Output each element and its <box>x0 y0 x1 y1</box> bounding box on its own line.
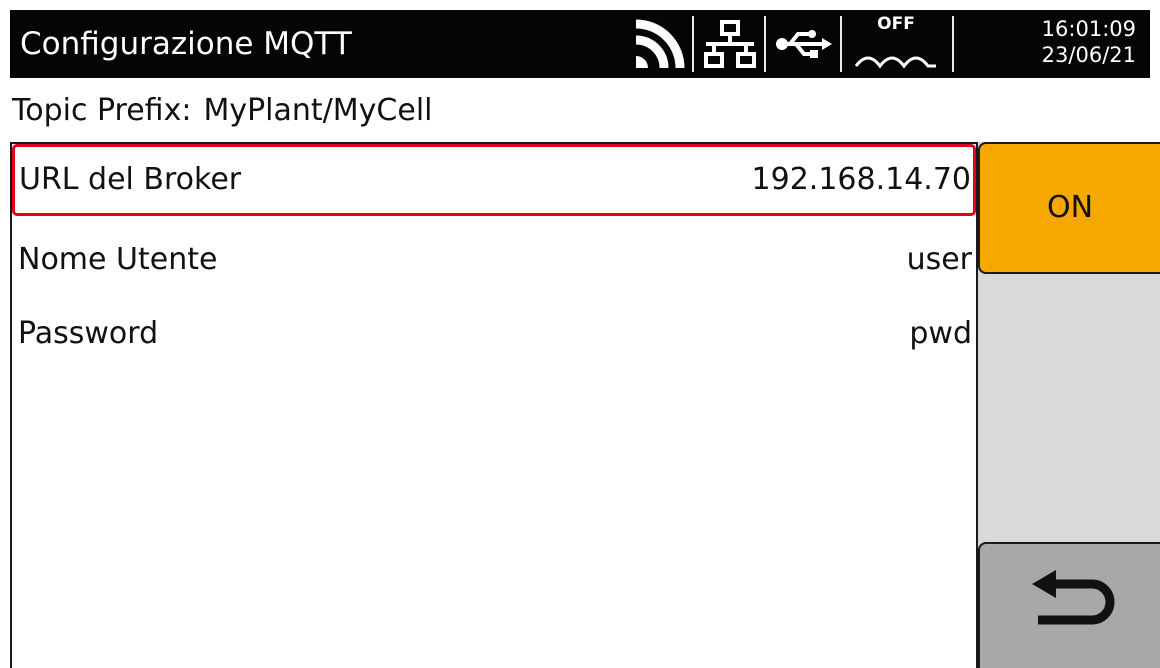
wifi-icon <box>630 10 688 78</box>
setting-label: Nome Utente <box>18 242 218 277</box>
topic-prefix-value: MyPlant/MyCell <box>203 93 433 128</box>
status-separator <box>952 16 954 72</box>
softkey-column: ON <box>978 142 1160 668</box>
clock-date: 23/06/21 <box>1041 43 1136 67</box>
topic-prefix: Topic Prefix: MyPlant/MyCell <box>12 86 433 136</box>
back-button[interactable] <box>978 542 1160 668</box>
usb-icon <box>772 10 836 78</box>
setting-row-password[interactable]: Password pwd <box>12 298 976 370</box>
header-bar: Configurazione MQTT OFF 16:01:09 23/06/2… <box>10 10 1150 78</box>
status-separator <box>840 16 842 72</box>
clock-time: 16:01:09 <box>1041 17 1136 41</box>
setting-value: user <box>906 242 972 277</box>
setting-row-username[interactable]: Nome Utente user <box>12 224 976 296</box>
setting-row-broker-url[interactable]: URL del Broker 192.168.14.70 <box>12 144 976 216</box>
page-title: Configurazione MQTT <box>20 26 352 62</box>
topic-prefix-label: Topic Prefix: <box>12 93 192 128</box>
on-button[interactable]: ON <box>978 142 1160 274</box>
setting-value: 192.168.14.70 <box>751 162 971 197</box>
setting-label: Password <box>18 316 159 351</box>
wave-icon: OFF <box>846 10 946 78</box>
setting-value: pwd <box>909 316 972 351</box>
network-icon <box>700 10 760 78</box>
status-separator <box>692 16 694 72</box>
settings-list: URL del Broker 192.168.14.70 Nome Utente… <box>10 142 978 668</box>
back-arrow-icon <box>1032 570 1115 625</box>
status-separator <box>764 16 766 72</box>
setting-label: URL del Broker <box>19 162 242 197</box>
clock: 16:01:09 23/06/21 <box>1042 16 1136 68</box>
